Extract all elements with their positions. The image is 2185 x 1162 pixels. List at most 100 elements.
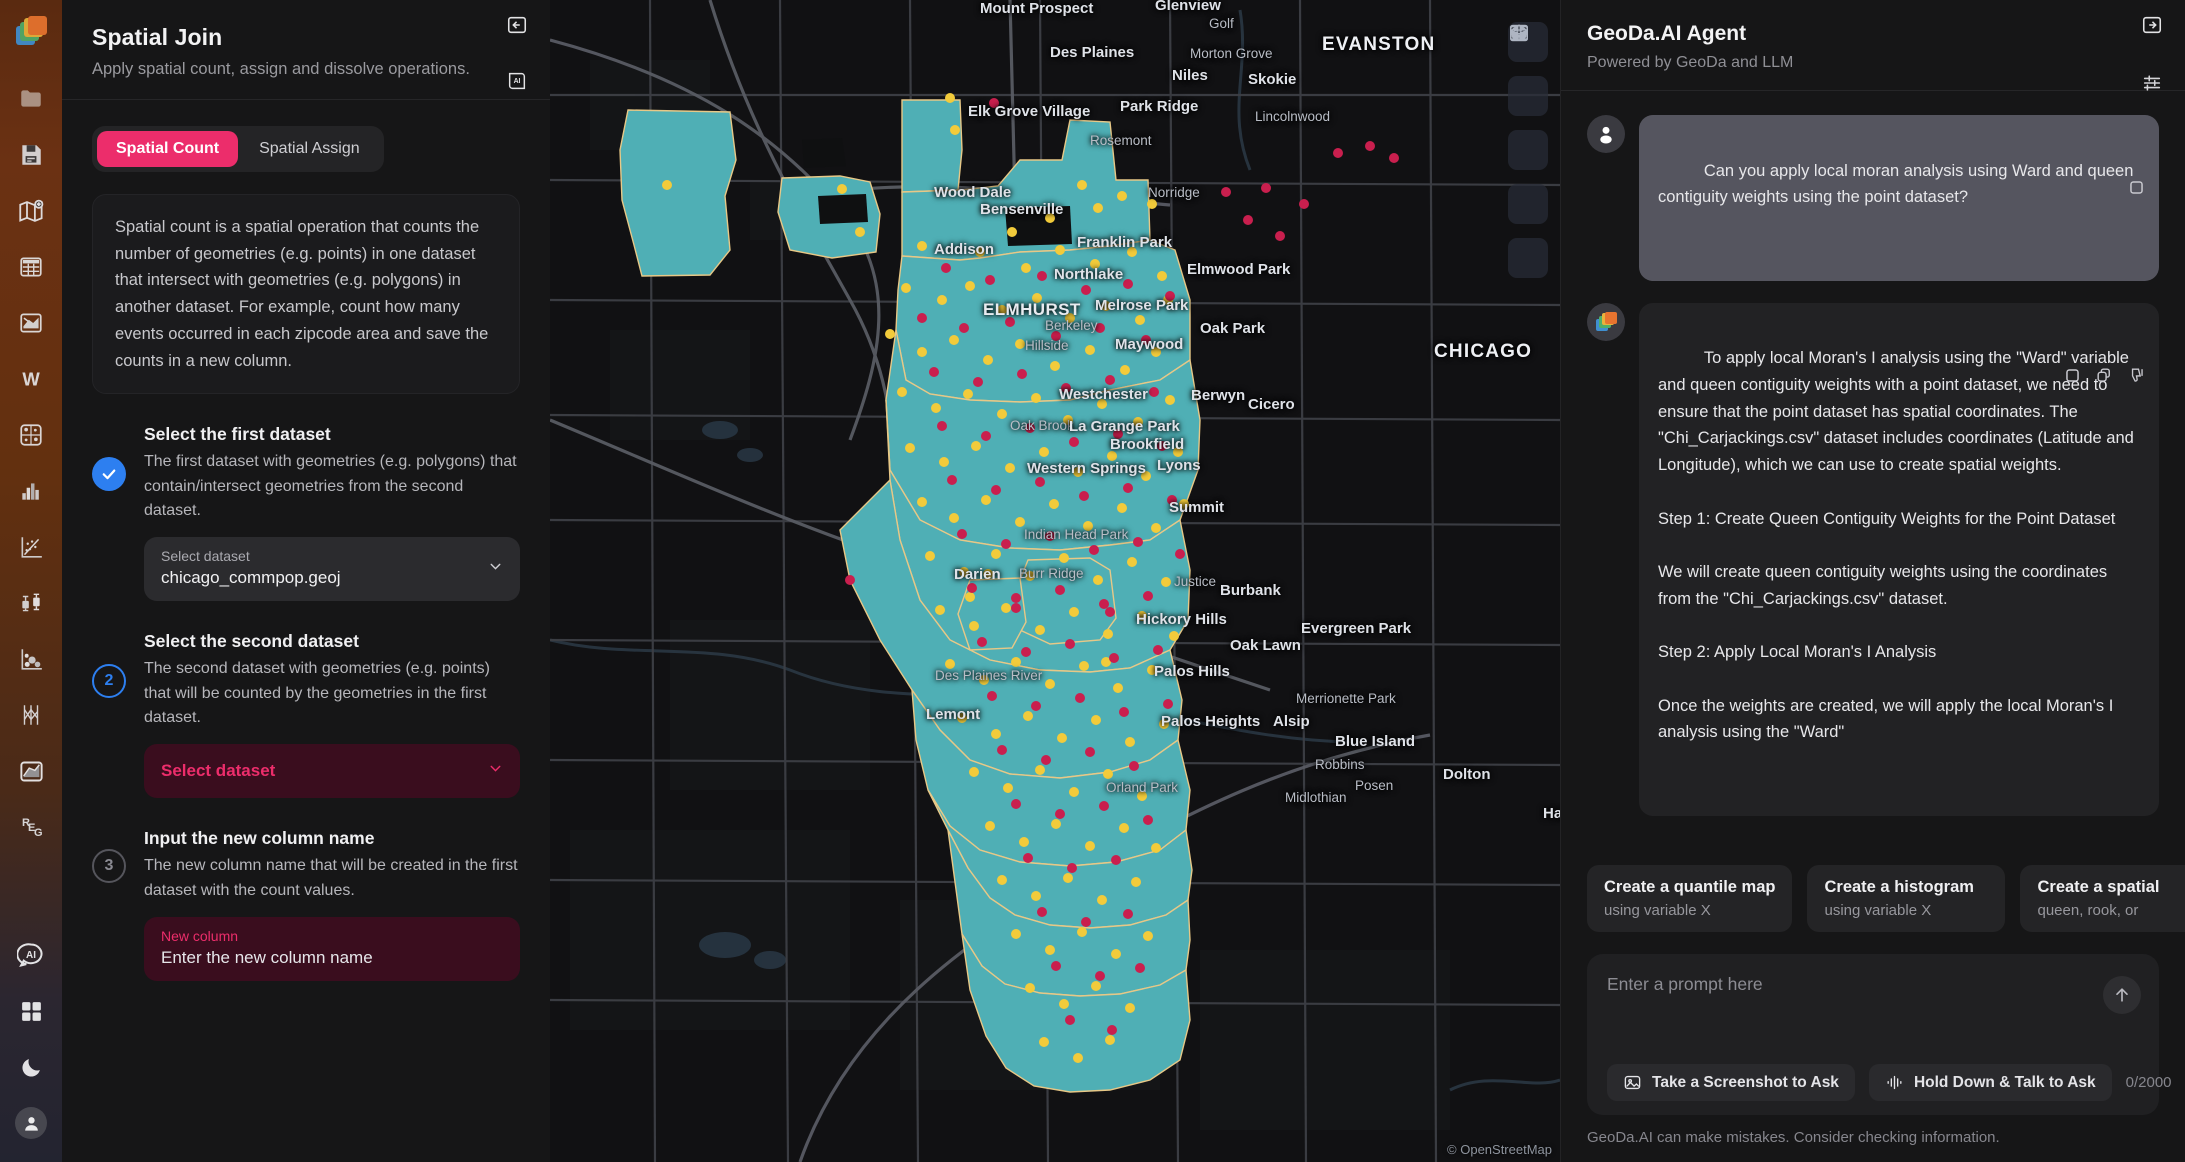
box-plot-button[interactable] bbox=[10, 582, 52, 624]
data-table-button[interactable] bbox=[10, 246, 52, 288]
theme-toggle-button[interactable] bbox=[10, 1046, 52, 1088]
moon-icon bbox=[19, 1055, 44, 1080]
chevron-down-icon bbox=[487, 558, 504, 580]
step-1-field-row: Select dataset chicago_commpop.geoj bbox=[92, 537, 520, 601]
suggestion-chip-histogram[interactable]: Create a histogram using variable X bbox=[1807, 865, 2005, 932]
panel-body: Spatial Count Spatial Assign Spatial cou… bbox=[62, 100, 550, 1162]
copy-square-icon bbox=[2127, 178, 2146, 197]
step-2: 2 Select the second dataset The second d… bbox=[92, 631, 520, 730]
spatial-weights-button[interactable]: W bbox=[10, 358, 52, 400]
new-map-button[interactable] bbox=[10, 190, 52, 232]
user-message-text: Can you apply local moran analysis using… bbox=[1658, 162, 2138, 207]
chat-composer: Enter a prompt here Take a Screenshot to… bbox=[1587, 954, 2159, 1115]
bubble-chart-button[interactable] bbox=[10, 638, 52, 680]
boxplot-icon bbox=[18, 590, 44, 616]
chevron-down-icon bbox=[487, 760, 504, 782]
waveform-icon bbox=[1885, 1073, 1904, 1092]
save-project-button[interactable] bbox=[10, 134, 52, 176]
step-1-bullet-wrap bbox=[92, 457, 126, 491]
collapse-left-icon bbox=[506, 14, 528, 36]
step-3-bullet: 3 bbox=[92, 849, 126, 883]
chat-disclaimer: GeoDa.AI can make mistakes. Consider che… bbox=[1561, 1115, 2185, 1162]
ai-assistant-button[interactable]: AI bbox=[10, 934, 52, 976]
chat-settings-button[interactable] bbox=[2141, 72, 2163, 94]
copy-message-button[interactable] bbox=[2063, 313, 2083, 333]
chip-subtitle: using variable X bbox=[1604, 902, 1775, 919]
dashboard-grid-button[interactable] bbox=[10, 990, 52, 1032]
ai-docs-button[interactable]: AI bbox=[506, 70, 528, 92]
map-view[interactable]: Mount ProspectGlenviewGolfDes PlainesMor… bbox=[550, 0, 1560, 1162]
step-3-field-row: New column Enter the new column name bbox=[92, 917, 520, 981]
user-message-bubble: Can you apply local moran analysis using… bbox=[1639, 115, 2159, 281]
prompt-input[interactable]: Enter a prompt here bbox=[1607, 974, 2139, 1048]
ai-chat-bubble-icon: AI bbox=[17, 941, 45, 969]
map-toolbar bbox=[1508, 22, 1548, 278]
thumbs-down-button[interactable] bbox=[2127, 313, 2147, 333]
first-dataset-select[interactable]: Select dataset chicago_commpop.geoj bbox=[144, 537, 520, 601]
assistant-avatar bbox=[1587, 303, 1625, 341]
suggestion-chip-quantile-map[interactable]: Create a quantile map using variable X bbox=[1587, 865, 1792, 932]
spatial-join-panel: Spatial Join Apply spatial count, assign… bbox=[62, 0, 550, 1162]
collapse-left-panel-button[interactable] bbox=[506, 14, 528, 36]
histogram-button[interactable] bbox=[10, 470, 52, 512]
chip-title: Create a spatial bbox=[2037, 878, 2185, 897]
step-3: 3 Input the new column name The new colu… bbox=[92, 828, 520, 903]
map-tool-3d[interactable] bbox=[1508, 130, 1548, 170]
first-dataset-value: chicago_commpop.geoj bbox=[161, 568, 503, 588]
open-file-button[interactable] bbox=[10, 78, 52, 120]
duplicate-message-button[interactable] bbox=[2095, 313, 2115, 333]
suggestion-chip-spatial-weights[interactable]: Create a spatial queen, rook, or bbox=[2020, 865, 2185, 932]
hold-and-talk-button[interactable]: Hold Down & Talk to Ask bbox=[1869, 1064, 2112, 1101]
talk-button-label: Hold Down & Talk to Ask bbox=[1914, 1074, 2096, 1092]
svg-text:AI: AI bbox=[26, 950, 36, 961]
parallel-coordinates-button[interactable] bbox=[10, 694, 52, 736]
chat-header: GeoDa.AI Agent Powered by GeoDa and LLM bbox=[1561, 0, 2185, 91]
left-icon-rail: W REG AI bbox=[0, 0, 62, 1162]
check-icon bbox=[100, 465, 118, 483]
image-icon bbox=[1623, 1073, 1642, 1092]
step-1-text: Select the first dataset The first datas… bbox=[144, 424, 520, 523]
map-tool-polygon-select[interactable] bbox=[1508, 184, 1548, 224]
spatial-join-button[interactable] bbox=[10, 750, 52, 792]
local-moran-button[interactable] bbox=[10, 414, 52, 456]
geoda-logo-icon bbox=[1596, 312, 1616, 332]
choropleth-map-button[interactable] bbox=[10, 302, 52, 344]
tab-spatial-count[interactable]: Spatial Count bbox=[97, 131, 238, 167]
step-2-desc: The second dataset with geometries (e.g.… bbox=[144, 657, 520, 730]
send-prompt-button[interactable] bbox=[2103, 976, 2141, 1014]
app-logo[interactable] bbox=[10, 10, 52, 52]
new-column-name-input[interactable]: New column Enter the new column name bbox=[144, 917, 520, 981]
parallel-coordinate-icon bbox=[18, 702, 44, 728]
step-1: Select the first dataset The first datas… bbox=[92, 424, 520, 523]
second-dataset-select[interactable]: Select dataset bbox=[144, 744, 520, 798]
chip-title: Create a histogram bbox=[1824, 878, 1988, 897]
folder-icon bbox=[18, 86, 44, 112]
svg-text:W: W bbox=[22, 369, 40, 390]
assistant-message-bubble: To apply local Moran's I analysis using … bbox=[1639, 303, 2159, 816]
collapse-right-panel-button[interactable] bbox=[2141, 14, 2163, 36]
step-3-bullet-wrap: 3 bbox=[92, 849, 126, 883]
map-tool-legend[interactable] bbox=[1508, 238, 1548, 278]
user-avatar-icon bbox=[15, 1107, 47, 1139]
arrow-up-icon bbox=[2112, 985, 2132, 1005]
floppy-save-icon bbox=[18, 142, 44, 168]
user-avatar bbox=[1587, 115, 1625, 153]
map-thematic-icon bbox=[18, 310, 44, 336]
step-3-desc: The new column name that will be created… bbox=[144, 854, 520, 903]
ai-chat-panel: GeoDa.AI Agent Powered by GeoDa and LLM … bbox=[1560, 0, 2185, 1162]
map-tool-split-view[interactable] bbox=[1508, 76, 1548, 116]
tab-spatial-assign[interactable]: Spatial Assign bbox=[240, 131, 379, 167]
new-column-placeholder: Enter the new column name bbox=[161, 948, 503, 968]
chat-message-user: Can you apply local moran analysis using… bbox=[1587, 115, 2159, 281]
step-3-title: Input the new column name bbox=[144, 828, 520, 849]
character-counter: 0/2000 bbox=[2126, 1074, 2172, 1091]
user-account-button[interactable] bbox=[10, 1102, 52, 1144]
step-2-title: Select the second dataset bbox=[144, 631, 520, 652]
take-screenshot-to-ask-button[interactable]: Take a Screenshot to Ask bbox=[1607, 1064, 1855, 1101]
regression-button[interactable]: REG bbox=[10, 806, 52, 848]
duplicate-icon bbox=[2095, 366, 2114, 385]
scatter-plot-button[interactable] bbox=[10, 526, 52, 568]
copy-message-button[interactable] bbox=[2127, 125, 2147, 145]
step-2-bullet: 2 bbox=[92, 664, 126, 698]
map-canvas bbox=[550, 0, 1560, 1162]
